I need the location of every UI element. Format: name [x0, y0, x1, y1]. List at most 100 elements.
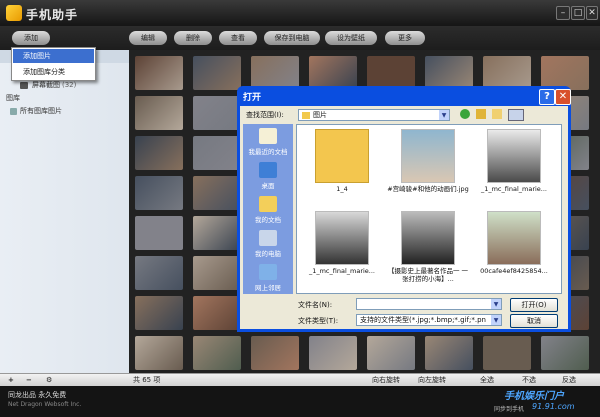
menu-item-add-category[interactable]: 添加图库分类: [13, 65, 94, 79]
photo-thumbnail[interactable]: [541, 336, 589, 370]
footer-publisher: 同龙出品 永久免费: [8, 391, 67, 399]
photo-thumbnail[interactable]: [193, 336, 241, 370]
place-label: 我最近的文档: [248, 148, 288, 156]
dialog-close-button[interactable]: ✕: [555, 89, 571, 105]
look-in-label: 查找范围(I):: [246, 111, 284, 119]
photo-thumbnail[interactable]: [135, 96, 183, 130]
photo-thumbnail[interactable]: [135, 136, 183, 170]
back-icon[interactable]: [460, 109, 470, 119]
my-documents-icon: [259, 196, 277, 212]
place-my-computer[interactable]: 我的电脑: [243, 230, 293, 258]
file-name: _1_mc_final_marie...: [480, 185, 548, 193]
file-name: #宫崎骏#和他的动画们.jpg: [387, 185, 469, 193]
photo-thumbnail[interactable]: [193, 216, 241, 250]
photo-thumbnail[interactable]: [251, 56, 299, 90]
sidebar-item-all-library[interactable]: 所有图库图片: [0, 105, 129, 118]
filename-input[interactable]: ▼: [356, 298, 502, 310]
new-folder-icon[interactable]: [492, 109, 502, 119]
image-thumbnail: [315, 211, 369, 265]
file-item[interactable]: _1_mc_final_marie...: [301, 211, 383, 275]
delete-button[interactable]: 删除: [174, 31, 212, 45]
image-thumbnail: [401, 129, 455, 183]
chevron-down-icon: ▼: [491, 299, 501, 309]
desktop-icon: [259, 162, 277, 178]
footer: 同龙出品 永久免费 Net Dragon Websoft Inc. 同步到手机 …: [0, 386, 600, 417]
open-button[interactable]: 打开(O): [510, 298, 558, 312]
library-label: 图库: [6, 94, 20, 102]
place-desktop[interactable]: 桌面: [243, 162, 293, 190]
sidebar-item-label: 所有图库图片: [20, 107, 62, 115]
save-to-pc-button[interactable]: 保存到电脑: [264, 31, 320, 45]
photo-thumbnail[interactable]: [309, 336, 357, 370]
chevron-down-icon: ▼: [439, 110, 449, 120]
photo-thumbnail[interactable]: [425, 336, 473, 370]
more-button[interactable]: 更多: [385, 31, 425, 45]
photo-thumbnail[interactable]: [135, 296, 183, 330]
photo-thumbnail[interactable]: [425, 56, 473, 90]
look-in-value: 图片: [313, 111, 327, 119]
places-bar: 我最近的文档 桌面 我的文档 我的电脑 网上邻居: [243, 124, 293, 294]
photo-thumbnail[interactable]: [309, 56, 357, 90]
filetype-select[interactable]: 支持的文件类型(*.jpg;*.bmp;*.gif;*.pn ▼: [356, 314, 502, 326]
photo-thumbnail[interactable]: [135, 176, 183, 210]
photo-thumbnail[interactable]: [483, 56, 531, 90]
file-item[interactable]: _1_mc_final_marie...: [473, 129, 555, 193]
image-thumbnail: [401, 211, 455, 265]
filetype-label: 文件类型(T):: [298, 317, 339, 325]
photo-thumbnail[interactable]: [135, 256, 183, 290]
close-button[interactable]: ✕: [586, 6, 598, 20]
file-item[interactable]: #宫崎骏#和他的动画们.jpg: [387, 129, 469, 193]
photo-thumbnail[interactable]: [251, 336, 299, 370]
photo-thumbnail[interactable]: [135, 56, 183, 90]
my-computer-icon: [259, 230, 277, 246]
place-label: 我的电脑: [255, 250, 281, 258]
photo-thumbnail[interactable]: [193, 96, 241, 130]
camera-icon: [20, 82, 28, 89]
file-list: 1_4 #宫崎骏#和他的动画们.jpg _1_mc_final_marie...…: [296, 124, 562, 294]
view-button[interactable]: 查看: [219, 31, 257, 45]
photo-thumbnail[interactable]: [193, 56, 241, 90]
help-button[interactable]: ?: [539, 89, 555, 105]
cancel-button[interactable]: 取消: [510, 314, 558, 328]
app-logo-icon: [6, 5, 22, 21]
place-label: 网上邻居: [255, 284, 281, 292]
photo-thumbnail[interactable]: [367, 336, 415, 370]
minimize-button[interactable]: –: [556, 6, 570, 20]
up-folder-icon[interactable]: [476, 109, 486, 119]
recent-documents-icon: [259, 128, 277, 144]
place-recent[interactable]: 我最近的文档: [243, 128, 293, 156]
file-item[interactable]: 00cafe4ef8425854...: [473, 211, 555, 275]
app-title: 手机助手: [26, 8, 79, 22]
folder-icon: [315, 129, 369, 183]
photo-thumbnail[interactable]: [193, 256, 241, 290]
maximize-button[interactable]: □: [571, 6, 585, 20]
chevron-down-icon: ▼: [491, 315, 501, 325]
photo-thumbnail[interactable]: [483, 336, 531, 370]
file-name: 【摄影史上最著名作品一 一张打捞的小海】...: [387, 267, 469, 283]
file-item[interactable]: 【摄影史上最著名作品一 一张打捞的小海】...: [387, 211, 469, 283]
watermark-url: 91.91.com: [532, 402, 575, 411]
sidebar: 屏幕截图 (32) 图库 所有图库图片: [0, 50, 129, 373]
place-network[interactable]: 网上邻居: [243, 264, 293, 292]
menu-item-add-picture[interactable]: 添加图片: [13, 49, 94, 63]
filename-label: 文件名(N):: [298, 301, 333, 309]
photo-thumbnail[interactable]: [135, 336, 183, 370]
look-in-select[interactable]: 图片 ▼: [298, 109, 450, 121]
picture-icon: [10, 108, 17, 115]
photo-thumbnail[interactable]: [135, 216, 183, 250]
add-button[interactable]: 添加: [12, 31, 50, 45]
photo-thumbnail[interactable]: [193, 176, 241, 210]
photo-thumbnail[interactable]: [193, 136, 241, 170]
dialog-title: 打开: [243, 93, 262, 103]
place-my-documents[interactable]: 我的文档: [243, 196, 293, 224]
views-menu-icon[interactable]: [508, 109, 524, 121]
file-item-folder[interactable]: 1_4: [301, 129, 383, 193]
photo-thumbnail[interactable]: [367, 56, 415, 90]
image-thumbnail: [487, 211, 541, 265]
edit-button[interactable]: 编辑: [129, 31, 167, 45]
network-places-icon: [259, 264, 277, 280]
set-wallpaper-button[interactable]: 设为壁纸: [325, 31, 377, 45]
photo-thumbnail[interactable]: [193, 296, 241, 330]
photo-thumbnail[interactable]: [541, 56, 589, 90]
file-name: _1_mc_final_marie...: [308, 267, 376, 275]
